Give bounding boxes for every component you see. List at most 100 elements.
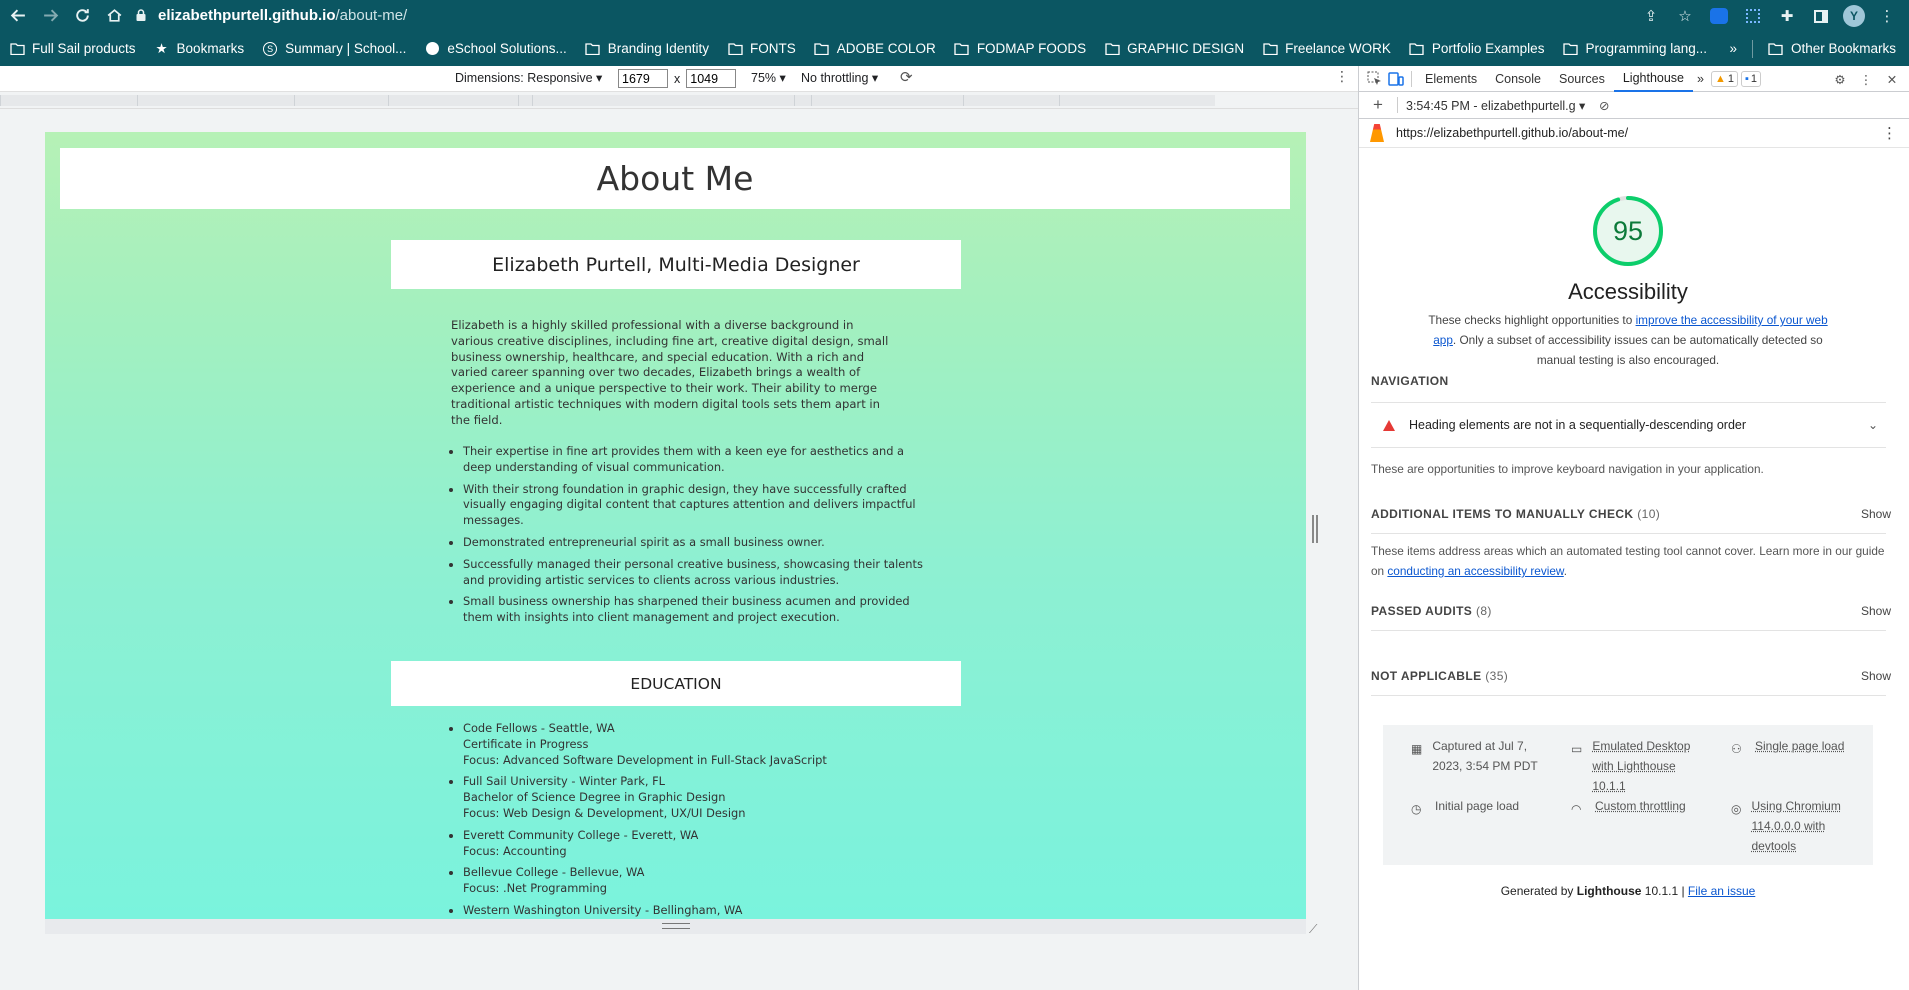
reload-icon[interactable] <box>68 2 96 30</box>
forward-arrow-icon[interactable] <box>36 2 64 30</box>
bookmarks-bar: Full Sail products ★ Bookmarks S Summary |… <box>0 31 1909 66</box>
tab-elements[interactable]: Elements <box>1416 66 1486 92</box>
ruler-segment[interactable] <box>963 95 1059 106</box>
skills-list: Their expertise in fine art provides the… <box>463 444 933 632</box>
divider <box>1371 447 1886 448</box>
bookmark-5[interactable]: FONTS <box>718 41 805 56</box>
bookmark-7[interactable]: FODMAP FOODS <box>945 41 1095 56</box>
focus: Focus: .Net Programming <box>463 881 607 896</box>
device-width-input[interactable] <box>618 69 668 88</box>
back-arrow-icon[interactable] <box>4 2 32 30</box>
bookmark-8[interactable]: GRAPHIC DESIGN <box>1095 41 1253 56</box>
report-menu-icon[interactable]: ⋮ <box>1882 124 1897 142</box>
bookmark-9[interactable]: Freelance WORK <box>1253 41 1400 56</box>
ruler-segment[interactable] <box>811 95 963 106</box>
device-toggle-icon[interactable] <box>1385 68 1407 90</box>
focus: Focus: Accounting <box>463 843 567 858</box>
browser-toolbar: elizabethpurtell.github.io/about-me/ ⇪ ☆… <box>0 0 1909 31</box>
address-bar[interactable]: elizabethpurtell.github.io/about-me/ <box>134 2 1829 28</box>
tab-lighthouse[interactable]: Lighthouse <box>1613 66 1694 92</box>
bookmark-3[interactable]: eSchool Solutions... <box>415 41 575 56</box>
other-bookmarks[interactable]: Other Bookmarks <box>1759 41 1905 56</box>
throttling-dropdown[interactable]: No throttling ▾ <box>801 70 878 85</box>
score-value: 95 <box>1612 215 1644 246</box>
close-icon[interactable]: ✕ <box>1881 68 1903 90</box>
puzzle-icon[interactable]: ✚ <box>1775 4 1799 28</box>
show-manual-button[interactable]: Show <box>1861 507 1891 521</box>
report-footer: Generated by Lighthouse 10.1.1 | File an… <box>1500 884 1756 898</box>
bookmark-0[interactable]: Full Sail products <box>0 41 145 56</box>
list-item: With their strong foundation in graphic … <box>463 482 933 529</box>
bookmark-6[interactable]: ADOBE COLOR <box>805 41 945 56</box>
toolbar-divider <box>1397 97 1398 113</box>
bookmark-2[interactable]: S Summary | School... <box>253 41 415 56</box>
bookmarks-overflow-button[interactable]: » <box>1720 41 1746 56</box>
ruler-segment[interactable] <box>0 95 137 106</box>
viewport-bottom-resize-handle[interactable] <box>45 919 1306 934</box>
kebab-menu-icon[interactable]: ⋮ <box>1855 68 1877 90</box>
gear-icon[interactable]: ⚙ <box>1829 68 1851 90</box>
list-item: Everett Community College - Everett, WA … <box>463 828 933 860</box>
meta-single-load[interactable]: ⚇ Single page load <box>1731 736 1866 756</box>
manual-group-title[interactable]: ADDITIONAL ITEMS TO MANUALLY CHECK (10) <box>1371 507 1660 521</box>
list-item: Demonstrated entrepreneurial spirit as a… <box>463 535 933 551</box>
ruler-segment[interactable] <box>518 95 532 106</box>
bookmark-11[interactable]: Programming lang... <box>1553 41 1716 56</box>
share-icon[interactable]: ⇪ <box>1639 4 1663 28</box>
meta-emulated[interactable]: ▭ Emulated Desktop with Lighthouse 10.1.1 <box>1571 736 1711 796</box>
kebab-menu-icon[interactable]: ⋮ <box>1875 4 1899 28</box>
meta-captured: ▦ Captured at Jul 7, 2023, 3:54 PM PDT <box>1411 739 1538 773</box>
tab-sources[interactable]: Sources <box>1550 66 1614 92</box>
warnings-badge[interactable]: ▲ 1 <box>1710 70 1738 87</box>
media-query-ruler[interactable] <box>0 92 1358 109</box>
audit-heading-order[interactable]: Heading elements are not in a sequential… <box>1371 403 1886 447</box>
bookmark-1[interactable]: ★ Bookmarks <box>145 41 254 57</box>
inspect-element-icon[interactable] <box>1363 68 1385 90</box>
show-not-applicable-button[interactable]: Show <box>1861 669 1891 683</box>
bookmark-4[interactable]: Branding Identity <box>576 41 718 56</box>
accessibility-review-link[interactable]: conducting an accessibility review <box>1387 564 1563 578</box>
ruler-segment[interactable] <box>794 95 811 106</box>
star-icon[interactable]: ☆ <box>1673 4 1697 28</box>
ruler-segment[interactable] <box>388 95 518 106</box>
dimensions-dropdown[interactable]: Dimensions: Responsive ▾ <box>455 70 602 85</box>
file-issue-link[interactable]: File an issue <box>1688 884 1755 898</box>
bookmark-10[interactable]: Portfolio Examples <box>1400 41 1554 56</box>
show-passed-button[interactable]: Show <box>1861 604 1891 618</box>
rotate-icon[interactable]: ⟳ <box>900 68 913 86</box>
chevron-down-icon[interactable]: ⌄ <box>1868 418 1878 432</box>
cloud-extension-icon[interactable] <box>1707 4 1731 28</box>
issues-badge[interactable]: ▪ 1 <box>1740 70 1762 87</box>
meta-chromium[interactable]: ◎ Using Chromium 114.0.0.0 with devtools <box>1731 796 1866 856</box>
devtools-tab-bar: Elements Console Sources Lighthouse » ▲ 1… <box>1359 66 1909 92</box>
category-description: These checks highlight opportunities to … <box>1428 313 1828 367</box>
apps-extension-icon[interactable] <box>1741 4 1765 28</box>
plus-icon[interactable]: + <box>1367 94 1389 116</box>
ruler-segment[interactable] <box>137 95 294 106</box>
corner-resize-icon[interactable]: ⟋ <box>1309 922 1323 936</box>
zoom-dropdown[interactable]: 75% ▾ <box>751 70 786 85</box>
device-height-input[interactable] <box>686 69 737 88</box>
passed-group-title[interactable]: PASSED AUDITS (8) <box>1371 604 1492 618</box>
device-toolbar: Dimensions: Responsive ▾ x 75% ▾ No thro… <box>0 66 1358 92</box>
device-menu-icon[interactable]: ⋮ <box>1335 68 1349 85</box>
home-icon[interactable] <box>100 2 128 30</box>
sidepanel-icon[interactable] <box>1809 4 1833 28</box>
devtools-panel: Elements Console Sources Lighthouse » ▲ 1… <box>1358 66 1909 990</box>
lock-icon <box>136 9 146 21</box>
viewport-resize-handle[interactable] <box>1312 515 1318 543</box>
ruler-segment[interactable] <box>532 95 794 106</box>
meta-throttling[interactable]: ◠ Custom throttling <box>1571 796 1711 816</box>
ruler-segment[interactable] <box>1059 95 1215 106</box>
profile-avatar[interactable]: Y <box>1843 5 1865 27</box>
chromium-icon: ◎ <box>1731 802 1742 816</box>
more-tabs-button[interactable]: » <box>1693 66 1708 92</box>
tab-console[interactable]: Console <box>1486 66 1550 92</box>
clear-icon[interactable]: ⊘ <box>1593 94 1615 116</box>
report-selector[interactable]: 3:54:45 PM - elizabethpurtell.g ▾ <box>1406 98 1585 113</box>
ruler-segment[interactable] <box>294 95 388 106</box>
toolbar-divider <box>1411 70 1412 87</box>
folder-icon <box>1562 42 1578 56</box>
not-applicable-group-title[interactable]: NOT APPLICABLE (35) <box>1371 669 1508 683</box>
s-logo-icon: S <box>262 41 278 56</box>
